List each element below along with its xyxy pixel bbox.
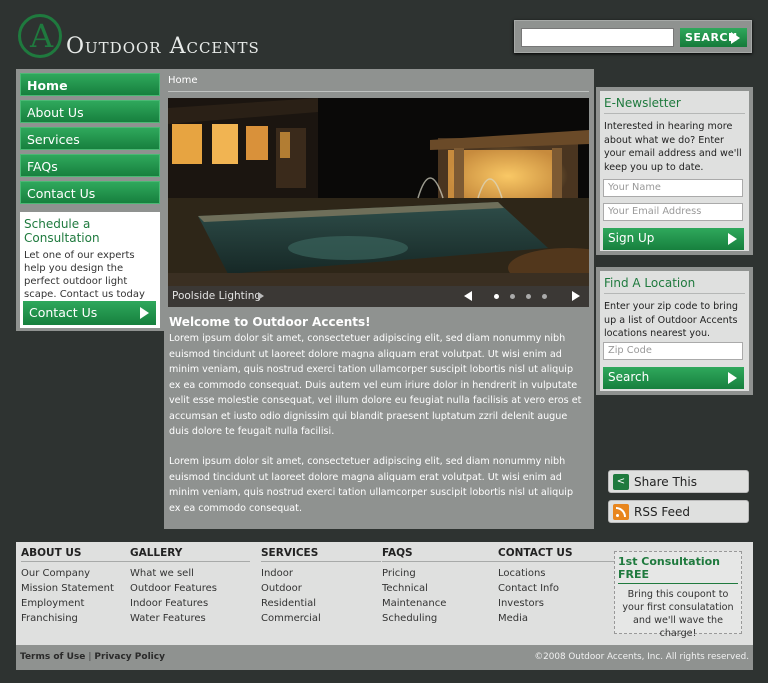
legal-separator: | xyxy=(88,652,92,662)
footer-link[interactable]: Mission Statement xyxy=(21,581,141,596)
name-field[interactable]: Your Name xyxy=(603,179,743,197)
newsletter-title: E-Newsletter xyxy=(604,96,745,114)
footer-link[interactable]: Residential xyxy=(261,596,381,611)
sign-up-button-label: Sign Up xyxy=(608,231,655,245)
logo-icon[interactable]: A xyxy=(18,14,62,58)
bottom-bar: Terms of Use | Privacy Policy ©2008 Outdoo… xyxy=(16,645,753,670)
footer-link[interactable]: Indoor Features xyxy=(130,596,250,611)
footer-link[interactable]: Maintenance xyxy=(382,596,502,611)
location-title: Find A Location xyxy=(604,276,745,294)
share-icon: < xyxy=(613,474,629,490)
logo-letter: A xyxy=(30,17,54,55)
nav-item-services[interactable]: Services xyxy=(20,127,160,150)
footer-column-faqs: FAQS Pricing Technical Maintenance Sched… xyxy=(382,547,502,626)
consultation-box: Schedule a Consultation Let one of our e… xyxy=(20,212,160,328)
footer-link[interactable]: Employment xyxy=(21,596,141,611)
share-label: Share This xyxy=(634,475,697,489)
location-search-button[interactable]: Search xyxy=(603,367,744,389)
sign-up-button[interactable]: Sign Up xyxy=(603,228,744,250)
arrow-right-icon xyxy=(140,307,149,319)
email-field[interactable]: Your Email Address xyxy=(603,203,743,221)
footer-heading: GALLERY xyxy=(130,547,250,562)
slide-dot[interactable] xyxy=(542,294,547,299)
location-text: Enter your zip code to bring up a list o… xyxy=(604,301,738,339)
search-box: SEARCH xyxy=(514,20,752,53)
slide-dot[interactable] xyxy=(526,294,531,299)
divider xyxy=(168,91,589,92)
slide-image-poolside xyxy=(168,98,589,307)
legal-links: Terms of Use | Privacy Policy xyxy=(20,652,165,662)
footer-heading: CONTACT US xyxy=(498,547,618,562)
footer-link[interactable]: Our Company xyxy=(21,566,141,581)
search-button[interactable]: SEARCH xyxy=(680,28,747,47)
footer-link[interactable]: Contact Info xyxy=(498,581,618,596)
footer-heading: FAQS xyxy=(382,547,502,562)
terms-of-use-link[interactable]: Terms of Use xyxy=(20,652,85,662)
welcome-heading: Welcome to Outdoor Accents! xyxy=(169,315,371,329)
copyright: ©2008 Outdoor Accents, Inc. All rights r… xyxy=(534,652,749,662)
footer-link[interactable]: Technical xyxy=(382,581,502,596)
footer-link[interactable]: Franchising xyxy=(21,611,141,626)
next-slide-button[interactable] xyxy=(572,291,580,301)
body-paragraph: Lorem ipsum dolor sit amet, consectetuer… xyxy=(169,456,574,514)
breadcrumb[interactable]: Home xyxy=(168,75,198,86)
coupon-title: 1st Consultation FREE xyxy=(618,555,738,584)
footer-column-gallery: GALLERY What we sell Outdoor Features In… xyxy=(130,547,250,626)
coupon-text: Bring this coupont to your first consula… xyxy=(622,589,734,639)
location-panel: Find A Location Enter your zip code to b… xyxy=(596,267,753,395)
rss-icon xyxy=(613,504,629,520)
newsletter-text: Interested in hearing more about what we… xyxy=(604,121,742,173)
search-input[interactable] xyxy=(521,28,674,47)
main-content: Home Poolside Lighting Welcome to Outdoo… xyxy=(164,69,594,529)
brand-name[interactable]: Outdoor Accents xyxy=(66,34,260,59)
arrow-right-icon xyxy=(731,31,740,44)
search-button-label: SEARCH xyxy=(685,31,738,44)
footer-link[interactable]: Media xyxy=(498,611,618,626)
slider-caption-bar: Poolside Lighting xyxy=(168,286,589,307)
footer: ABOUT US Our Company Mission Statement E… xyxy=(16,542,753,645)
consultation-title: Schedule a Consultation xyxy=(24,217,100,245)
rss-label: RSS Feed xyxy=(634,505,691,519)
location-search-button-label: Search xyxy=(608,370,650,384)
share-button[interactable]: < Share This xyxy=(608,470,749,493)
footer-link[interactable]: Investors xyxy=(498,596,618,611)
footer-heading: ABOUT US xyxy=(21,547,141,562)
footer-link[interactable]: Scheduling xyxy=(382,611,502,626)
slider-caption: Poolside Lighting xyxy=(172,290,262,302)
footer-link[interactable]: Outdoor Features xyxy=(130,581,250,596)
nav-item-about-us[interactable]: About Us xyxy=(20,100,160,123)
footer-link[interactable]: Commercial xyxy=(261,611,381,626)
footer-link[interactable]: Locations xyxy=(498,566,618,581)
coupon: 1st Consultation FREE Bring this coupont… xyxy=(614,551,742,639)
nav-item-faqs[interactable]: FAQs xyxy=(20,154,160,177)
body-paragraph: Lorem ipsum dolor sit amet, consectetuer… xyxy=(169,333,582,437)
footer-link[interactable]: What we sell xyxy=(130,566,250,581)
footer-heading: SERVICES xyxy=(261,547,381,562)
previous-slide-button[interactable] xyxy=(464,291,472,301)
footer-link[interactable]: Water Features xyxy=(130,611,250,626)
nav-item-contact-us[interactable]: Contact Us xyxy=(20,181,160,204)
footer-column-services: SERVICES Indoor Outdoor Residential Comm… xyxy=(261,547,381,626)
slide-dot[interactable] xyxy=(494,294,499,299)
nav-item-home[interactable]: Home xyxy=(20,73,160,96)
left-sidebar: Home About Us Services FAQs Contact Us S… xyxy=(16,69,164,331)
newsletter-panel: E-Newsletter Interested in hearing more … xyxy=(596,87,753,255)
footer-link[interactable]: Indoor xyxy=(261,566,381,581)
caption-arrow-icon xyxy=(258,292,264,300)
footer-link[interactable]: Outdoor xyxy=(261,581,381,596)
footer-column-contact-us: CONTACT US Locations Contact Info Invest… xyxy=(498,547,618,626)
arrow-right-icon xyxy=(728,233,737,245)
image-slider[interactable]: Poolside Lighting xyxy=(168,98,589,307)
privacy-policy-link[interactable]: Privacy Policy xyxy=(94,652,165,662)
contact-us-button[interactable]: Contact Us xyxy=(23,301,156,325)
footer-column-about-us: ABOUT US Our Company Mission Statement E… xyxy=(21,547,141,626)
rss-feed-button[interactable]: RSS Feed xyxy=(608,500,749,523)
slide-dot[interactable] xyxy=(510,294,515,299)
arrow-right-icon xyxy=(728,372,737,384)
footer-link[interactable]: Pricing xyxy=(382,566,502,581)
zip-code-field[interactable]: Zip Code xyxy=(603,342,743,360)
contact-us-button-label: Contact Us xyxy=(29,305,98,320)
